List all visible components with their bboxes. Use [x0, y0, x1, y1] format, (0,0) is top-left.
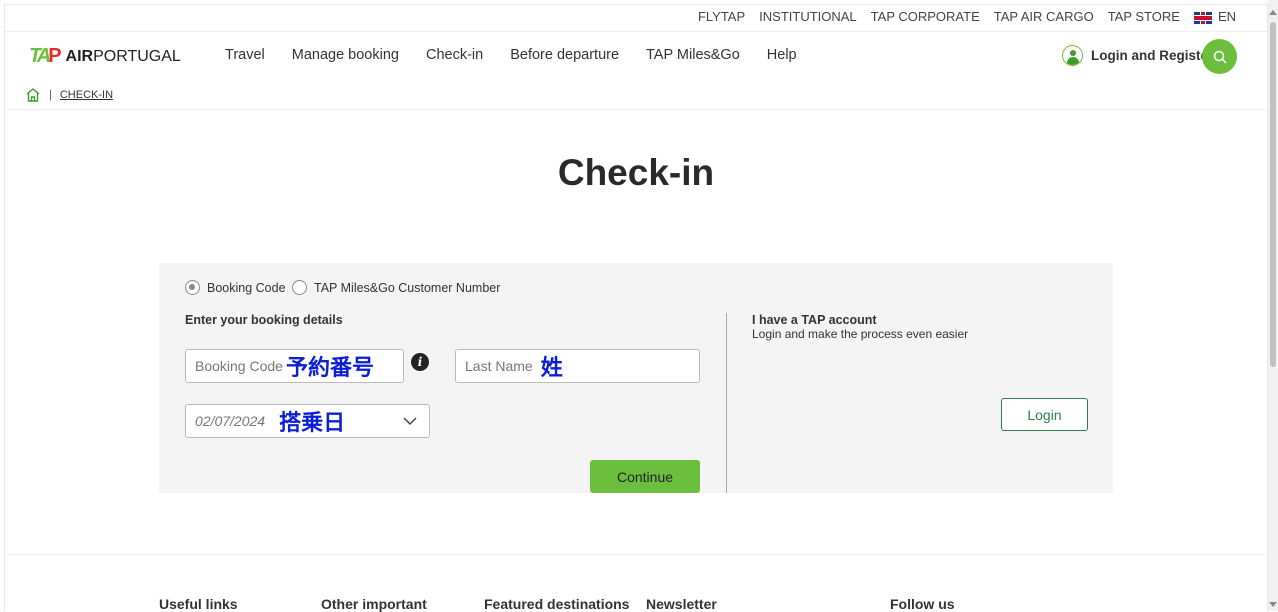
account-info: I have a TAP account Login and make the …: [752, 313, 968, 341]
last-name-placeholder: Last Name: [465, 358, 533, 374]
top-link-institutional[interactable]: INSTITUTIONAL: [759, 9, 857, 24]
logo-mark: TA: [29, 45, 51, 67]
divider: [726, 313, 727, 493]
last-name-input[interactable]: Last Name 姓: [455, 349, 700, 383]
footer-useful-links: Useful links: [159, 596, 238, 612]
account-subtitle: Login and make the process even easier: [752, 327, 969, 341]
breadcrumb-current[interactable]: CHECK-IN: [60, 89, 113, 101]
login-button[interactable]: Login: [1001, 398, 1088, 431]
checkin-panel: Booking Code TAP Miles&Go Customer Numbe…: [159, 263, 1113, 493]
user-icon: [1062, 45, 1083, 66]
scroll-up-icon[interactable]: [1269, 10, 1277, 15]
date-value: 02/07/2024: [195, 413, 266, 429]
top-links: FLYTAP INSTITUTIONAL TAP CORPORATE TAP A…: [698, 9, 1236, 24]
radio-label: Booking Code: [207, 280, 286, 295]
nav-check-in[interactable]: Check-in: [426, 47, 483, 63]
search-icon: [1213, 50, 1227, 64]
home-icon[interactable]: [25, 88, 41, 102]
scrollbar[interactable]: [1268, 0, 1278, 611]
booking-code-placeholder: Booking Code: [195, 358, 283, 374]
login-register-label: Login and Register: [1091, 48, 1214, 63]
date-annotation: 搭乗日: [279, 410, 346, 435]
radio-miles-number[interactable]: TAP Miles&Go Customer Number: [292, 280, 500, 295]
divider: [5, 31, 1267, 32]
booking-code-input[interactable]: Booking Code 予約番号: [185, 349, 404, 383]
uk-flag-icon: [1193, 11, 1212, 24]
logo[interactable]: TA P AIR PORTUGAL: [29, 45, 181, 68]
breadcrumb-separator: |: [49, 89, 52, 101]
last-name-annotation: 姓: [540, 355, 563, 380]
top-link-cargo[interactable]: TAP AIR CARGO: [994, 9, 1094, 24]
booking-code-annotation: 予約番号: [285, 355, 374, 380]
nav-help[interactable]: Help: [767, 47, 797, 63]
scrollbar-thumb[interactable]: [1270, 22, 1276, 367]
logo-mark-p: P: [48, 45, 62, 67]
account-title: I have a TAP account: [752, 313, 877, 327]
footer-other-important: Other important: [321, 596, 427, 612]
logo-text-bold: AIR: [65, 47, 94, 65]
nav-manage-booking[interactable]: Manage booking: [292, 47, 399, 63]
chevron-down-icon: [403, 417, 417, 426]
footer-newsletter: Newsletter: [646, 596, 717, 612]
radio-selected: [185, 280, 200, 295]
scroll-down-icon[interactable]: [1269, 602, 1277, 607]
page-title: Check-in: [557, 152, 715, 193]
continue-button[interactable]: Continue: [590, 460, 700, 493]
language-label: EN: [1217, 9, 1236, 24]
radio-booking-code[interactable]: Booking Code: [185, 280, 286, 295]
radio-unselected: [292, 280, 307, 295]
top-link-store[interactable]: TAP STORE: [1108, 9, 1180, 24]
section-label: Enter your booking details: [185, 313, 343, 327]
logo-text: PORTUGAL: [93, 47, 181, 65]
main-nav: Travel Manage booking Check-in Before de…: [225, 47, 797, 63]
divider: [5, 554, 1267, 555]
footer-follow-us: Follow us: [890, 596, 955, 612]
info-icon[interactable]: i: [411, 353, 429, 371]
date-select[interactable]: 02/07/2024 搭乗日: [185, 404, 430, 438]
breadcrumb: | CHECK-IN: [25, 88, 113, 102]
divider: [5, 109, 1267, 110]
nav-miles-go[interactable]: TAP Miles&Go: [646, 47, 740, 63]
login-register-link[interactable]: Login and Register: [1062, 45, 1213, 66]
language-selector[interactable]: EN: [1193, 9, 1236, 24]
nav-travel[interactable]: Travel: [225, 47, 265, 63]
search-button[interactable]: [1202, 39, 1237, 74]
top-link-corporate[interactable]: TAP CORPORATE: [871, 9, 980, 24]
top-link-flytap[interactable]: FLYTAP: [698, 9, 745, 24]
nav-before-departure[interactable]: Before departure: [510, 47, 619, 63]
footer-featured-destinations: Featured destinations: [484, 596, 630, 612]
radio-label: TAP Miles&Go Customer Number: [314, 280, 501, 295]
